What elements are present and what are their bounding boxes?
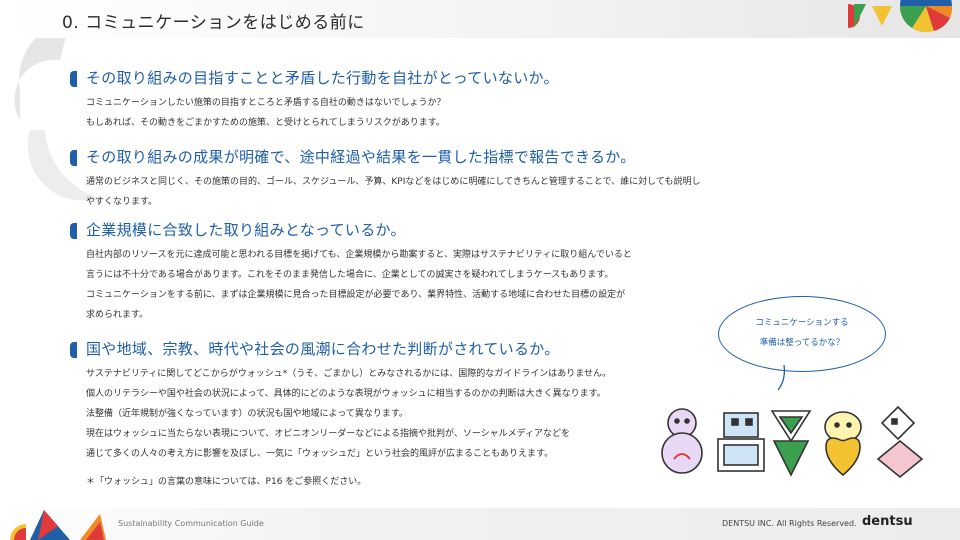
section-title: その取り組みの目指すことと矛盾した行動を自社がとっていないか。: [86, 69, 559, 87]
mascot-triangle-icon: [770, 410, 812, 477]
page-title: 0. コミュニケーションをはじめる前に: [62, 13, 365, 33]
body-line: 個人のリテラシーや国や社会の状況によって、具体的にどのような表現がウォッシュに相…: [86, 389, 606, 399]
section-marker: [70, 342, 77, 358]
section-body: 通常のビジネスと同じく、その施策の目的、ゴール、スケジュール、予算、KPIなどを…: [86, 172, 700, 212]
body-line: コミュニケーションしたい施策の目指すところと矛盾する自社の動きはないでしょうか？: [86, 98, 446, 108]
mascot-snowman-icon: [661, 408, 703, 474]
footer-guide-title: Sustainability Communication Guide: [118, 519, 264, 528]
body-line: 言うには不十分である場合があります。これをそのまま発信した場合に、企業としての誠…: [86, 270, 614, 280]
mascot-heart-icon: [824, 411, 862, 477]
section-body: 自社内部のリソースを元に達成可能と思われる目標を掲げても、企業規模から勘案すると…: [86, 245, 632, 325]
body-line: 通常のビジネスと同じく、その施策の目的、ゴール、スケジュール、予算、KPIなどを…: [86, 177, 701, 187]
footnote: ＊「ウォッシュ」の言葉の意味については、P16 をご参照ください。: [86, 477, 367, 487]
header-color-logo: [848, 0, 953, 32]
section-body: コミュニケーションしたい施策の目指すところと矛盾する自社の動きはないでしょうか？…: [86, 93, 446, 133]
speech-bubble: コミュニケーションする 準備は整ってるかな？: [718, 296, 886, 372]
section-title: 国や地域、宗教、時代や社会の風潮に合わせた判断がされているか。: [86, 340, 560, 358]
section-body: サステナビリティに関してどこからがウォッシュ*（うそ、ごまかし）とみなされるかに…: [86, 364, 611, 464]
body-line: やすくなります。: [86, 197, 158, 207]
body-line: もしあれば、その動きをごまかすための施策、と受けとられてしまうリスクがあります。: [86, 118, 445, 128]
bubble-line: コミュニケーションする: [755, 318, 849, 328]
mascot-diamond-icon: [876, 405, 924, 479]
body-line: 求められます。: [86, 310, 149, 320]
section-marker: [70, 150, 77, 166]
body-line: サステナビリティに関してどこからがウォッシュ*（うそ、ごまかし）とみなされるかに…: [86, 369, 611, 379]
body-line: 現在はウォッシュに当たらない表現について、オピニオンリーダーなどによる指摘や批判…: [86, 429, 571, 439]
section-marker: [70, 223, 77, 239]
bubble-line: 準備は整ってるかな？: [759, 338, 845, 348]
mascot-computer-icon: [717, 412, 765, 472]
footer-color-logo: [10, 510, 106, 540]
body-line: 通じて多くの人々の考え方に影響を及ぼし、一気に「ウォッシュだ」という社会的風評が…: [86, 449, 554, 459]
footer-brand-logo: dentsu: [862, 514, 913, 529]
footer-copyright: DENTSU INC. All Rights Reserved.: [722, 519, 857, 528]
body-line: 法整備（近年規制が強くなっています）の状況も国や地域によって異なります。: [86, 409, 408, 419]
body-line: コミュニケーションをする前に、まずは企業規模に見合った目標設定が必要であり、業界…: [86, 290, 626, 300]
mascot-characters-illustration: [661, 405, 924, 479]
section-marker: [70, 71, 77, 87]
section-title: その取り組みの成果が明確で、途中経過や結果を一貫した指標で報告できるか。: [86, 148, 636, 166]
speech-bubble-tail: [777, 364, 786, 391]
body-line: 自社内部のリソースを元に達成可能と思われる目標を掲げても、企業規模から勘案すると…: [86, 250, 632, 260]
section-title: 企業規模に合致した取り組みとなっているか。: [86, 221, 406, 239]
